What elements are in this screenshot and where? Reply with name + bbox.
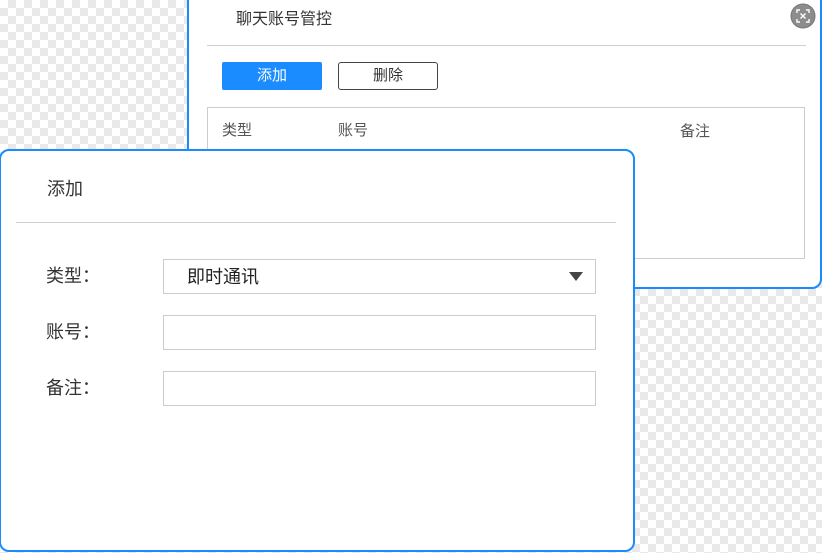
add-dialog: 添加 类型： 即时通讯 账号： 备注： (0, 149, 635, 552)
delete-button[interactable]: 删除 (338, 62, 438, 90)
type-label: 类型： (46, 266, 100, 286)
column-header-remark: 备注 (680, 123, 711, 140)
column-header-account: 账号 (338, 122, 369, 139)
dialog-title: 聊天账号管控 (236, 11, 333, 28)
add-button[interactable]: 添加 (222, 62, 322, 90)
chevron-down-icon[interactable] (569, 272, 583, 281)
type-select-value: 即时通讯 (187, 267, 259, 287)
title-divider (207, 45, 806, 46)
account-input[interactable] (163, 315, 596, 350)
account-label: 账号： (46, 322, 100, 342)
type-select[interactable]: 即时通讯 (163, 259, 596, 294)
dialog-title: 添加 (47, 179, 83, 199)
close-icon[interactable] (790, 3, 816, 29)
remark-input[interactable] (163, 371, 596, 406)
remark-label: 备注： (46, 378, 100, 398)
title-divider (16, 222, 616, 223)
column-header-type: 类型 (222, 122, 253, 139)
